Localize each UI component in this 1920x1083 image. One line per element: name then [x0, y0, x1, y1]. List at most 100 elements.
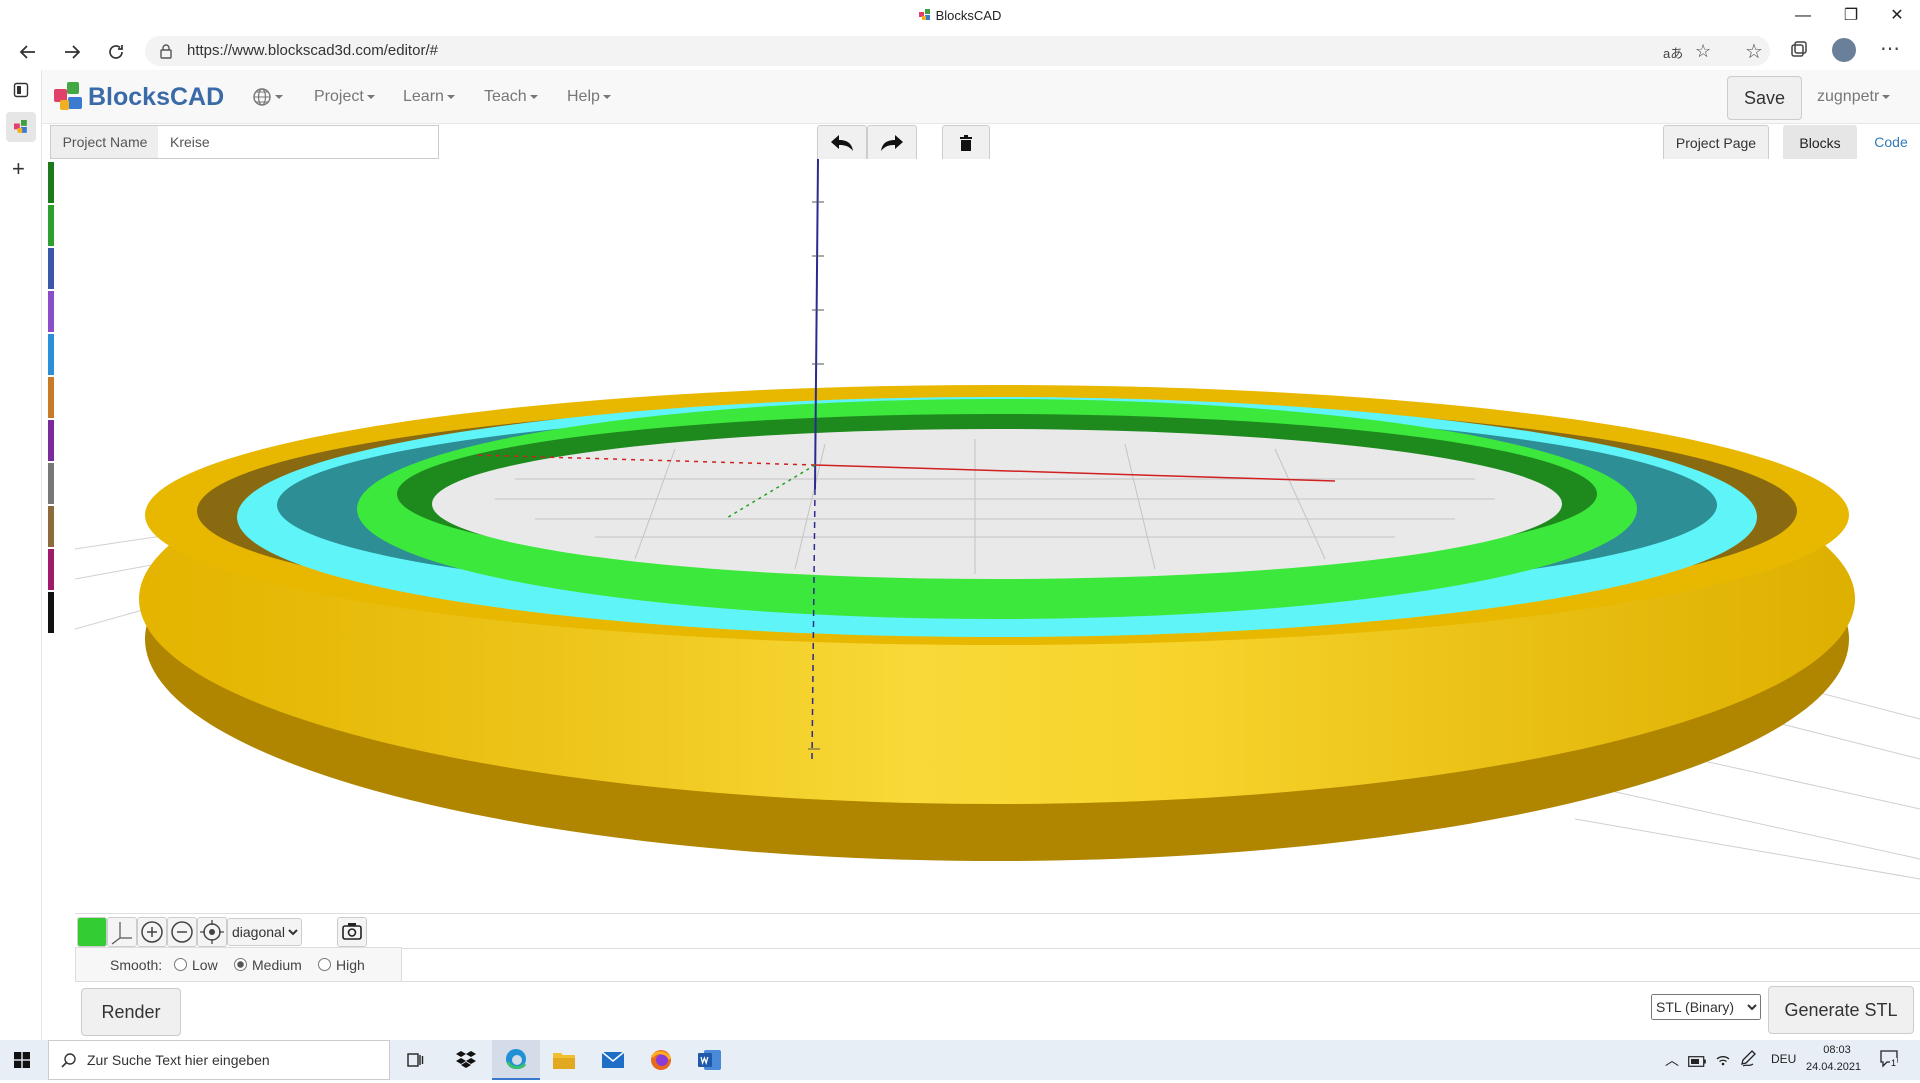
menu-learn[interactable]: Learn — [403, 70, 455, 123]
lock-icon — [159, 43, 173, 64]
block-category-color[interactable] — [48, 162, 54, 203]
wifi-icon[interactable] — [1715, 1051, 1731, 1072]
reload-button[interactable] — [100, 36, 132, 68]
redo-icon — [881, 135, 903, 151]
read-aloud-icon[interactable]: aあ — [1663, 43, 1683, 62]
block-category-color[interactable] — [48, 377, 54, 418]
undo-button[interactable] — [817, 125, 867, 161]
app-header: BlocksCAD Project Learn Teach Help Save … — [42, 70, 1920, 124]
render-canvas — [74, 158, 1920, 880]
collections-icon[interactable] — [1790, 41, 1808, 64]
block-category-color[interactable] — [48, 205, 54, 246]
restore-button[interactable]: ❐ — [1828, 0, 1874, 32]
redo-button[interactable] — [867, 125, 917, 161]
globe-icon — [253, 88, 271, 106]
export-format-select[interactable]: STL (Binary) — [1651, 994, 1761, 1020]
block-category-color[interactable] — [48, 592, 54, 633]
word-icon[interactable] — [698, 1049, 722, 1076]
file-explorer-icon[interactable] — [552, 1050, 576, 1075]
menu-teach[interactable]: Teach — [484, 70, 538, 123]
blockscad-favicon-icon — [14, 120, 27, 133]
favorites-icon[interactable]: ☆ — [1745, 39, 1763, 64]
address-bar[interactable]: https://www.blockscad3d.com/editor/# aあ … — [145, 36, 1770, 66]
task-view-icon[interactable] — [406, 1051, 424, 1074]
more-options-icon[interactable]: ⋯ — [1880, 36, 1900, 61]
edge-icon — [506, 1049, 527, 1070]
reload-icon — [109, 45, 123, 59]
tab-blocks[interactable]: Blocks — [1783, 125, 1857, 161]
smooth-medium[interactable]: Medium — [234, 957, 302, 973]
delete-button[interactable] — [942, 125, 990, 161]
logo-text: BlocksCAD — [88, 82, 225, 111]
color-swatch[interactable] — [77, 917, 107, 947]
back-button[interactable] — [12, 36, 44, 68]
close-window-button[interactable]: ✕ — [1874, 0, 1920, 32]
profile-avatar[interactable] — [1832, 38, 1856, 62]
dropbox-icon[interactable] — [455, 1050, 477, 1075]
tab-blockscad[interactable] — [6, 112, 36, 142]
language-menu[interactable] — [252, 70, 283, 123]
zoom-out-button[interactable] — [167, 917, 197, 947]
render-button[interactable]: Render — [81, 988, 181, 1036]
block-category-color[interactable] — [48, 463, 54, 504]
smooth-low[interactable]: Low — [174, 957, 218, 973]
generate-stl-button[interactable]: Generate STL — [1768, 986, 1914, 1034]
smooth-high[interactable]: High — [318, 957, 365, 973]
add-favorite-icon[interactable]: ☆ — [1695, 41, 1711, 62]
save-button[interactable]: Save — [1727, 76, 1802, 120]
block-category-color[interactable] — [48, 334, 54, 375]
show-hidden-icons[interactable]: ︿ — [1665, 1050, 1679, 1070]
new-tab-icon[interactable]: + — [12, 156, 25, 182]
clock-time[interactable]: 08:03 — [1808, 1044, 1866, 1056]
reset-view-button[interactable] — [197, 917, 227, 947]
user-menu[interactable]: zugnpetr — [1817, 70, 1891, 123]
target-icon — [200, 920, 224, 944]
radio-medium[interactable] — [234, 958, 247, 971]
taskbar-edge[interactable] — [492, 1040, 540, 1080]
view-toolbar: diagonal — [75, 913, 1920, 949]
project-toolbar: Project Name Project Page Blocks Code — [50, 125, 1920, 161]
render-bar: Render STL (Binary) Generate STL — [75, 981, 1920, 1046]
forward-button[interactable] — [56, 36, 88, 68]
battery-icon[interactable] — [1688, 1054, 1706, 1072]
vertical-tabs-sidebar: + — [0, 70, 42, 1045]
block-category-color[interactable] — [48, 420, 54, 461]
screenshot-button[interactable] — [337, 917, 367, 947]
axes-icon — [111, 922, 132, 945]
notification-center[interactable]: 1 — [1880, 1050, 1900, 1073]
clock-date[interactable]: 24.04.2021 — [1806, 1061, 1861, 1073]
radio-high[interactable] — [318, 958, 331, 971]
tab-code[interactable]: Code — [1862, 125, 1920, 159]
block-category-color[interactable] — [48, 506, 54, 547]
project-page-button[interactable]: Project Page — [1663, 125, 1769, 161]
zoom-out-icon — [171, 921, 193, 943]
menu-project[interactable]: Project — [314, 70, 375, 123]
pen-icon[interactable] — [1740, 1050, 1756, 1073]
zoom-in-icon — [141, 921, 163, 943]
mail-icon[interactable] — [601, 1050, 625, 1075]
taskbar-search[interactable]: Zur Suche Text hier eingeben — [48, 1040, 390, 1080]
notification-badge: 1 — [1890, 1058, 1898, 1068]
firefox-icon[interactable] — [650, 1049, 672, 1076]
project-name-input[interactable] — [158, 125, 439, 159]
windows-taskbar: Zur Suche Text hier eingeben ︿ DEU 08:03… — [0, 1040, 1920, 1080]
block-category-color[interactable] — [48, 291, 54, 332]
tab-actions-icon[interactable] — [13, 82, 29, 103]
minimize-button[interactable]: — — [1780, 0, 1826, 32]
browser-toolbar: https://www.blockscad3d.com/editor/# aあ … — [0, 32, 1920, 71]
radio-low[interactable] — [174, 958, 187, 971]
url-text: https://www.blockscad3d.com/editor/# — [187, 42, 438, 59]
block-category-color[interactable] — [48, 248, 54, 289]
menu-help[interactable]: Help — [567, 70, 611, 123]
language-indicator[interactable]: DEU — [1771, 1052, 1796, 1066]
zoom-in-button[interactable] — [137, 917, 167, 947]
blockscad-logo-icon — [54, 82, 82, 110]
windows-start-icon[interactable] — [14, 1052, 30, 1073]
axes-toggle[interactable] — [107, 917, 137, 947]
render-viewport[interactable] — [74, 158, 1920, 913]
block-category-color[interactable] — [48, 549, 54, 590]
blockscad-logo[interactable]: BlocksCAD — [52, 80, 224, 114]
view-select[interactable]: diagonal — [227, 918, 302, 946]
search-placeholder: Zur Suche Text hier eingeben — [87, 1052, 270, 1068]
arrow-right-icon — [65, 45, 81, 59]
